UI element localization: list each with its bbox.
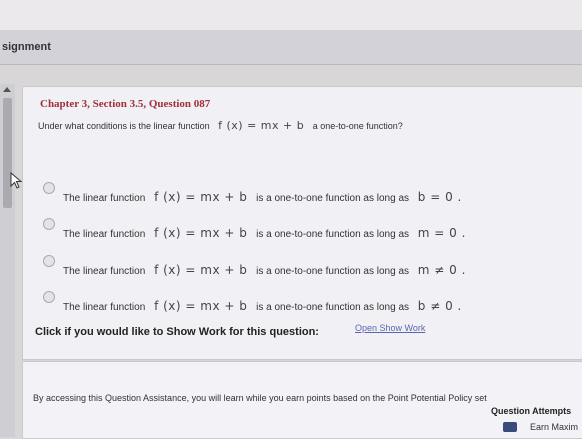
radio-button[interactable] (43, 182, 55, 194)
show-work-prompt: Click if you would like to Show Work for… (35, 326, 319, 338)
option-mid: is a one-to-one function as long as (256, 266, 410, 277)
open-show-work-link[interactable]: Open Show Work (355, 323, 425, 333)
scroll-up-arrow-icon[interactable] (3, 87, 11, 92)
option-math: f (x) = mx + b (154, 299, 248, 313)
question-title: Chapter 3, Section 3.5, Question 087 (40, 98, 211, 110)
assistance-text: By accessing this Question Assistance, y… (33, 393, 487, 403)
option-prefix: The linear function (63, 193, 146, 204)
scroll-thumb[interactable] (3, 98, 12, 208)
option-math: f (x) = mx + b (154, 263, 248, 277)
question-prompt-tail: a one-to-one function? (312, 121, 403, 131)
option-mid: is a one-to-one function as long as (256, 302, 410, 313)
question-panel: Chapter 3, Section 3.5, Question 087 Und… (22, 86, 582, 360)
question-assistance-panel: By accessing this Question Assistance, y… (22, 361, 582, 439)
option-prefix: The linear function (63, 302, 146, 313)
question-prompt-math: f (x) = mx + b (218, 119, 305, 132)
scrollbar[interactable] (0, 84, 15, 437)
option-prefix: The linear function (63, 229, 146, 240)
mouse-cursor-icon (10, 172, 23, 189)
option-mid: is a one-to-one function as long as (256, 229, 410, 240)
option-mid: is a one-to-one function as long as (256, 193, 410, 204)
question-prompt-text: Under what conditions is the linear func… (38, 121, 210, 131)
option-math: f (x) = mx + b (154, 226, 248, 240)
option-condition: b = 0 . (417, 190, 462, 204)
option-condition: m ≠ 0 . (417, 263, 466, 277)
radio-button[interactable] (43, 255, 55, 267)
question-attempts-title: Question Attempts (491, 406, 572, 416)
question-prompt: Under what conditions is the linear func… (38, 119, 403, 132)
radio-button[interactable] (43, 291, 55, 303)
browser-top-area (0, 0, 582, 30)
assignment-title: signment (2, 41, 51, 53)
assignment-header: signment (0, 30, 582, 65)
option-math: f (x) = mx + b (154, 190, 248, 204)
option-condition: m = 0 . (417, 226, 466, 240)
option-prefix: The linear function (63, 266, 146, 277)
radio-button[interactable] (43, 218, 55, 230)
option-condition: b ≠ 0 . (417, 299, 462, 313)
attempts-badge-icon (503, 422, 517, 432)
attempts-text: Earn Maxim (530, 422, 579, 432)
